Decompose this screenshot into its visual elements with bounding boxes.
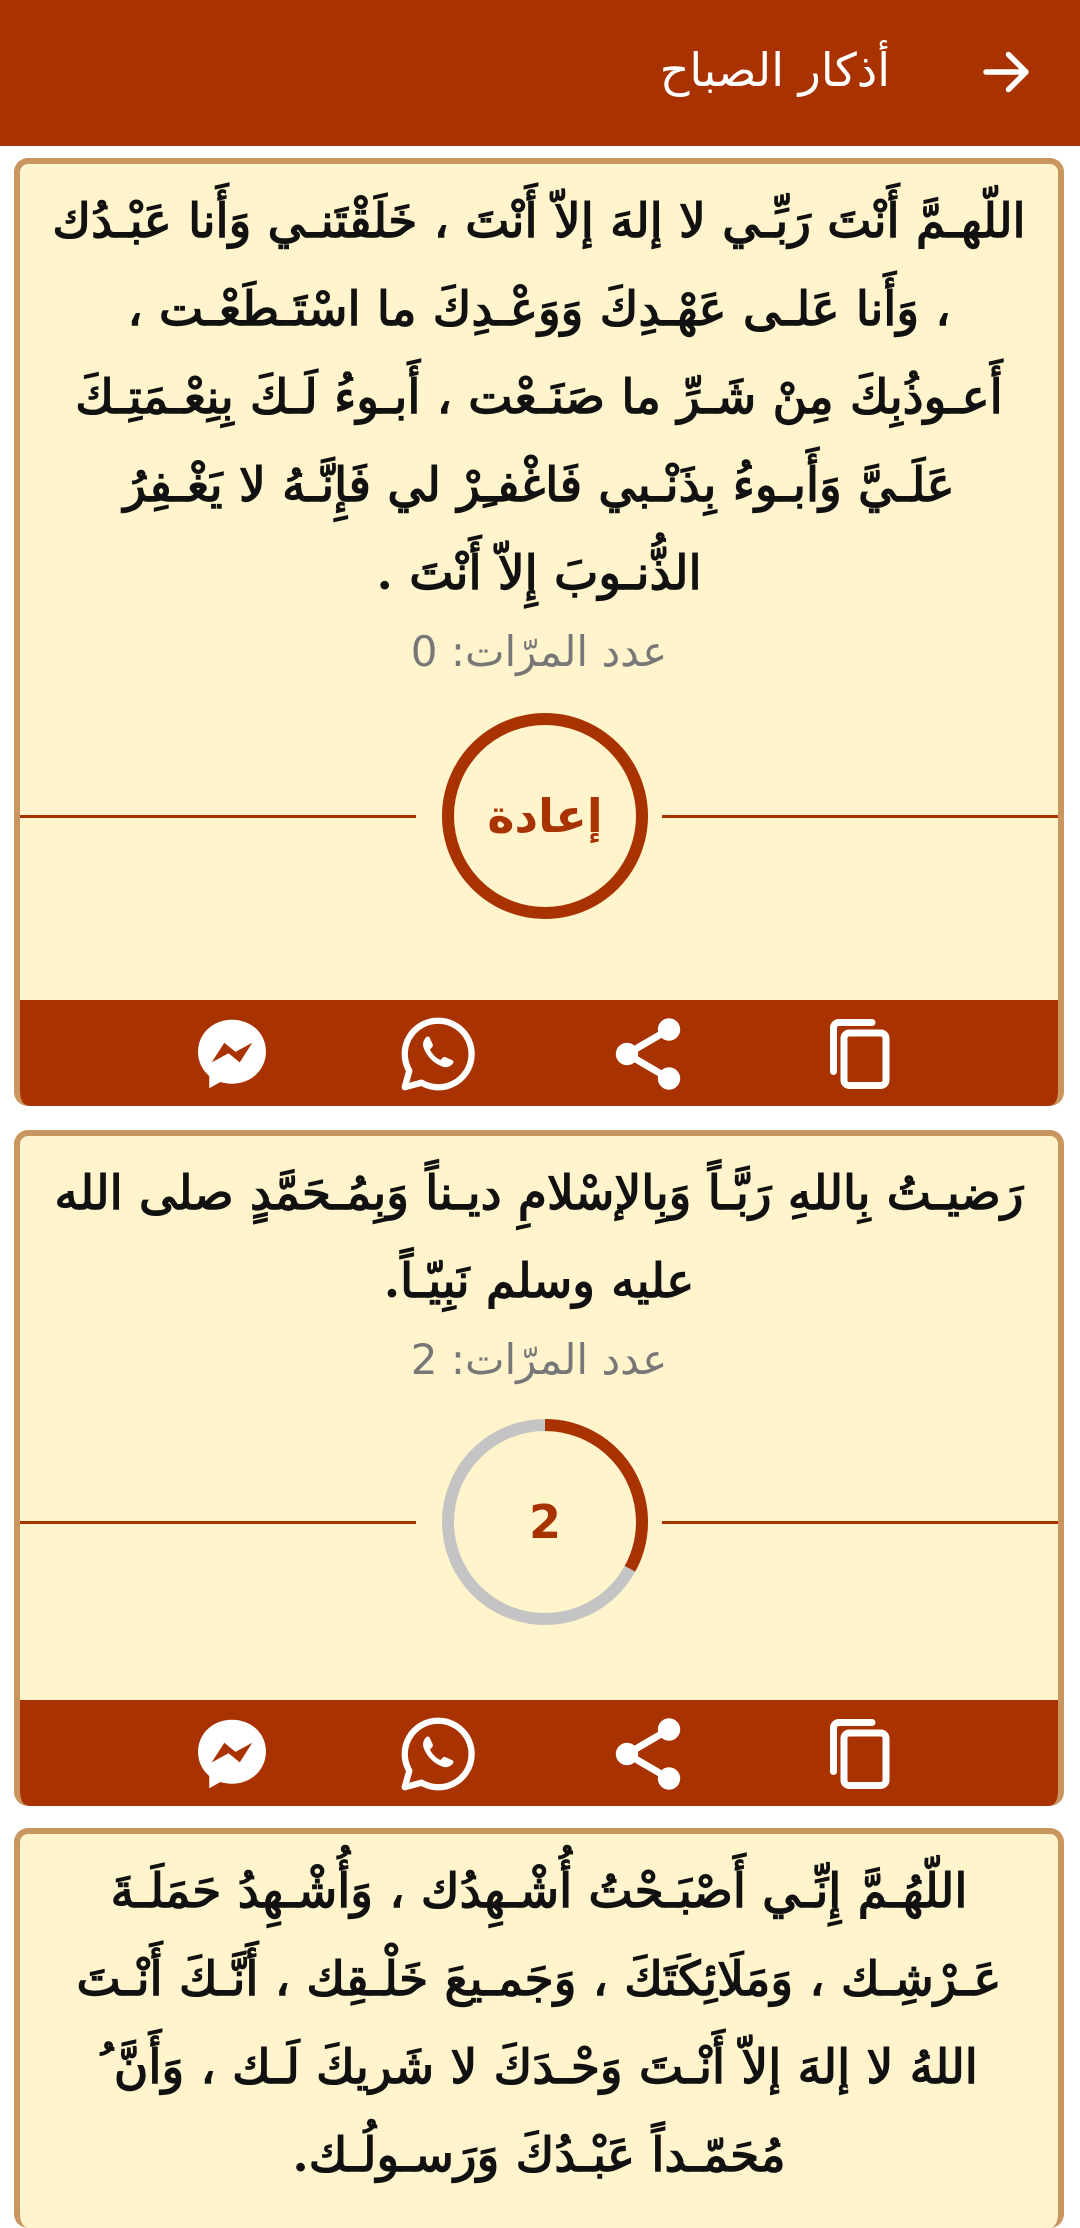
divider-left	[20, 815, 416, 818]
counter-row: 2	[20, 1406, 1058, 1638]
copy-icon[interactable]	[816, 1712, 900, 1796]
arrow-right-icon[interactable]	[976, 42, 1036, 102]
whatsapp-icon[interactable]	[396, 1012, 480, 1096]
copy-icon[interactable]	[816, 1012, 900, 1096]
messenger-icon[interactable]	[190, 1712, 274, 1796]
dhikr-card: رَضيـتُ بِاللهِ رَبَّـاً وَبِالإسْلامِ د…	[14, 1130, 1064, 1806]
counter-value[interactable]: 2	[439, 1416, 651, 1628]
share-icon[interactable]	[606, 1012, 690, 1096]
dhikr-card: اللّهُـمَّ إِنِّـي أَصْبَـحْتُ أُشْـهِدُ…	[14, 1828, 1064, 2228]
dhikr-text: اللّهُـمَّ إِنِّـي أَصْبَـحْتُ أُشْـهِدُ…	[76, 1864, 1002, 2183]
page-title: أذكار الصباح	[659, 43, 890, 97]
dhikr-card: اللّهـمَّ أَنْتَ رَبِّـي لا إلهَ إلاّ أَ…	[14, 158, 1064, 1106]
divider-right	[662, 1521, 1058, 1524]
app-bar: أذكار الصباح	[0, 0, 1080, 146]
dhikr-text: اللّهـمَّ أَنْتَ رَبِّـي لا إلهَ إلاّ أَ…	[52, 194, 1026, 601]
repeat-count-label: عدد المرّات: 2	[410, 1335, 668, 1384]
messenger-icon[interactable]	[190, 1012, 274, 1096]
dhikr-text: رَضيـتُ بِاللهِ رَبَّـاً وَبِالإسْلامِ د…	[54, 1166, 1024, 1309]
whatsapp-icon[interactable]	[396, 1712, 480, 1796]
card-toolbar	[20, 1000, 1058, 1106]
repeat-count-label: عدد المرّات: 0	[410, 627, 668, 676]
card-toolbar	[20, 1700, 1058, 1806]
divider-right	[662, 815, 1058, 818]
reset-button[interactable]: إعادة	[439, 710, 651, 922]
counter-row: إعادة	[20, 700, 1058, 932]
share-icon[interactable]	[606, 1712, 690, 1796]
divider-left	[20, 1521, 416, 1524]
